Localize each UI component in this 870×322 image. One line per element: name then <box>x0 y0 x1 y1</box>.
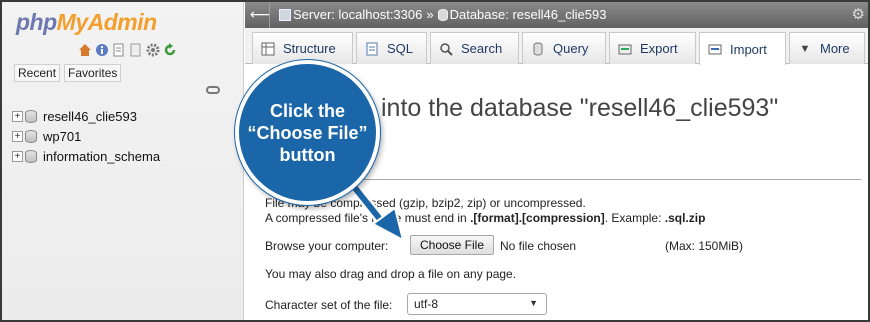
charset-value: utf-8 <box>414 297 439 311</box>
callout-line: Click the <box>269 100 346 121</box>
phpmyadmin-logo[interactable]: phpMyAdmin <box>16 9 157 36</box>
breadcrumb-separator: » <box>426 7 434 22</box>
charset-select[interactable]: utf-8 ▼ <box>407 293 547 315</box>
browse-label: Browse your computer: <box>265 239 389 253</box>
server-icon <box>279 9 291 21</box>
recent-favorites-tabs: Recent Favorites <box>14 64 122 82</box>
tab-sql[interactable]: SQL <box>356 32 427 64</box>
breadcrumb: Server: localhost:3306 » Database: resel… <box>279 7 606 22</box>
breadcrumb-database[interactable]: Database: resell46_clie593 <box>437 7 606 22</box>
drag-drop-hint: You may also drag and drop a file on any… <box>265 267 517 281</box>
structure-icon <box>261 42 275 56</box>
collapse-nav-arrow-icon[interactable]: ⟵ <box>250 6 270 23</box>
logo-myadmin: MyAdmin <box>56 9 158 35</box>
expand-icon[interactable]: + <box>12 130 23 142</box>
reload-icon[interactable] <box>163 43 177 57</box>
favorites-tab[interactable]: Favorites <box>64 64 122 82</box>
export-icon <box>618 42 632 56</box>
tab-more[interactable]: ▼ More <box>789 32 865 64</box>
settings-gear-icon[interactable]: ⚙ <box>852 5 865 23</box>
gear-icon[interactable] <box>146 43 160 57</box>
info-icon[interactable] <box>95 43 109 57</box>
database-icon <box>25 149 37 163</box>
chevron-down-icon: ▼ <box>799 42 811 55</box>
recent-tab[interactable]: Recent <box>14 64 61 82</box>
callout-bubble: Click the “Choose File” button <box>235 60 380 205</box>
home-icon[interactable] <box>78 43 92 57</box>
divider <box>269 2 270 28</box>
file-status: No file chosen <box>500 239 577 253</box>
tab-export[interactable]: Export <box>609 32 696 64</box>
database-item[interactable]: + information_schema <box>12 146 160 166</box>
choose-file-button[interactable]: Choose File <box>410 235 494 255</box>
docs-icon[interactable] <box>129 43 143 57</box>
database-name[interactable]: wp701 <box>43 129 81 144</box>
search-icon <box>439 42 453 56</box>
charset-label: Character set of the file: <box>265 298 393 312</box>
query-icon <box>531 42 545 56</box>
expand-icon[interactable]: + <box>12 110 23 122</box>
database-name[interactable]: resell46_clie593 <box>43 109 137 124</box>
database-tabs: Structure SQL Search Query Export Import… <box>245 28 868 65</box>
filename-note: A compressed file's name must end in .[f… <box>265 211 706 225</box>
database-tree: + resell46_clie593 + wp701 + information… <box>12 106 160 166</box>
database-item[interactable]: + wp701 <box>12 126 160 146</box>
callout-line: button <box>279 144 336 165</box>
top-breadcrumb-bar: ⟵ Server: localhost:3306 » Database: res… <box>245 2 868 28</box>
docs-icon[interactable] <box>112 43 126 57</box>
callout-line: “Choose File” <box>247 122 368 143</box>
database-item[interactable]: + resell46_clie593 <box>12 106 160 126</box>
tab-query[interactable]: Query <box>522 32 606 64</box>
tab-search[interactable]: Search <box>430 32 519 64</box>
expand-icon[interactable]: + <box>12 150 23 162</box>
nav-icon-row <box>78 43 177 57</box>
max-upload-size: (Max: 150MiB) <box>665 239 744 253</box>
database-icon <box>25 109 37 123</box>
import-icon <box>708 42 722 56</box>
chevron-down-icon: ▼ <box>529 298 538 308</box>
tab-import[interactable]: Import <box>699 32 786 65</box>
database-name[interactable]: information_schema <box>43 149 160 164</box>
link-with-main-panel-icon[interactable] <box>206 86 220 94</box>
logo-php: php <box>16 9 57 35</box>
screenshot-frame: phpMyAdmin Recent Favorites + resell46_c… <box>0 0 870 322</box>
navigation-panel: phpMyAdmin Recent Favorites + resell46_c… <box>2 2 244 320</box>
page-title: into the database "resell46_clie593" <box>381 94 779 122</box>
database-icon <box>25 129 37 143</box>
database-icon <box>437 9 448 21</box>
sql-icon <box>365 42 379 56</box>
breadcrumb-server[interactable]: Server: localhost:3306 <box>279 7 422 22</box>
